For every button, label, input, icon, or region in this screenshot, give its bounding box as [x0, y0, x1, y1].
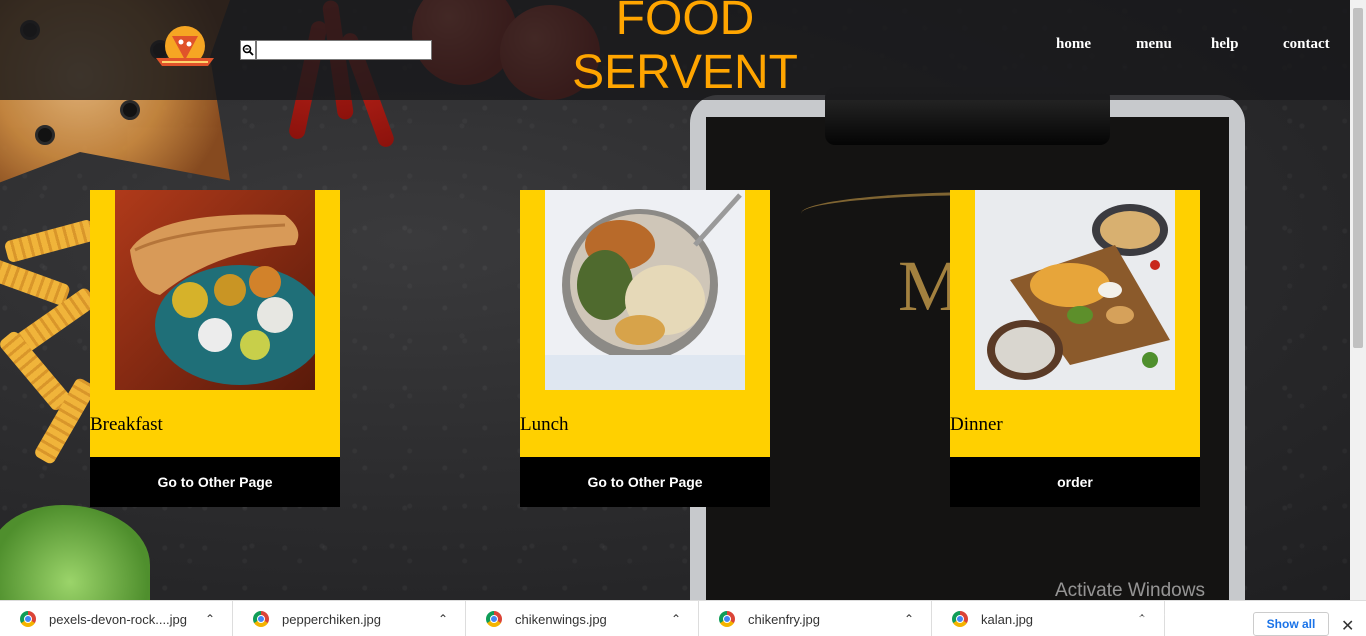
lunch-image: [545, 190, 745, 390]
dinner-card: Dinner order: [950, 190, 1200, 507]
chevron-up-icon[interactable]: ⌃: [438, 612, 448, 626]
site-title-line1: FOOD: [615, 0, 755, 45]
card-panel: Breakfast: [90, 190, 340, 457]
olive-decoration: [120, 100, 140, 120]
show-all-button[interactable]: Show all: [1253, 612, 1329, 636]
order-button[interactable]: order: [950, 457, 1200, 507]
card-panel: Dinner: [950, 190, 1200, 457]
chrome-icon: [952, 611, 968, 627]
search-icon[interactable]: [240, 40, 256, 60]
download-item[interactable]: pepperchiken.jpg ⌃: [233, 601, 466, 636]
pizza-logo-icon[interactable]: [152, 24, 218, 74]
chrome-icon: [486, 611, 502, 627]
breakfast-image: [115, 190, 315, 390]
olive-decoration: [35, 125, 55, 145]
close-icon[interactable]: ✕: [1341, 616, 1354, 636]
card-panel: Lunch: [520, 190, 770, 457]
download-filename: pexels-devon-rock....jpg: [49, 611, 188, 627]
breakfast-card: Breakfast Go to Other Page: [90, 190, 340, 507]
chrome-icon: [253, 611, 269, 627]
download-item[interactable]: pexels-devon-rock....jpg ⌃: [0, 601, 233, 636]
download-filename: chikenfry.jpg: [748, 611, 821, 627]
card-label: Dinner: [950, 414, 1003, 435]
chevron-up-icon[interactable]: ⌃: [205, 612, 215, 626]
nav-help[interactable]: help: [1211, 36, 1239, 53]
card-label: Breakfast: [90, 414, 163, 435]
breakfast-button[interactable]: Go to Other Page: [90, 457, 340, 507]
watermark-title: Activate Windows: [1055, 580, 1205, 601]
nav-home[interactable]: home: [1056, 36, 1091, 53]
search-input[interactable]: [256, 40, 432, 60]
chevron-up-icon[interactable]: ⌃: [671, 612, 681, 626]
download-filename: chikenwings.jpg: [515, 611, 607, 627]
nav-contact[interactable]: contact: [1283, 36, 1330, 53]
card-label: Lunch: [520, 414, 569, 435]
lunch-card: Lunch Go to Other Page: [520, 190, 770, 507]
download-item[interactable]: chikenfry.jpg ⌃: [699, 601, 932, 636]
chrome-icon: [20, 611, 36, 627]
search-bar: [240, 40, 432, 60]
nav-menu[interactable]: menu: [1136, 36, 1172, 53]
lunch-button[interactable]: Go to Other Page: [520, 457, 770, 507]
vertical-scrollbar[interactable]: [1350, 0, 1366, 600]
site-title: FOOD SERVENT: [560, 0, 810, 100]
download-filename: pepperchiken.jpg: [282, 611, 382, 627]
site-title-line2: SERVENT: [572, 46, 798, 99]
site-header: FOOD SERVENT home menu help contact: [0, 0, 1350, 100]
download-item[interactable]: chikenwings.jpg ⌃: [466, 601, 699, 636]
scrollbar-thumb[interactable]: [1353, 8, 1363, 348]
chrome-icon: [719, 611, 735, 627]
chevron-up-icon[interactable]: ⌃: [904, 612, 914, 626]
dinner-image: [975, 190, 1175, 390]
